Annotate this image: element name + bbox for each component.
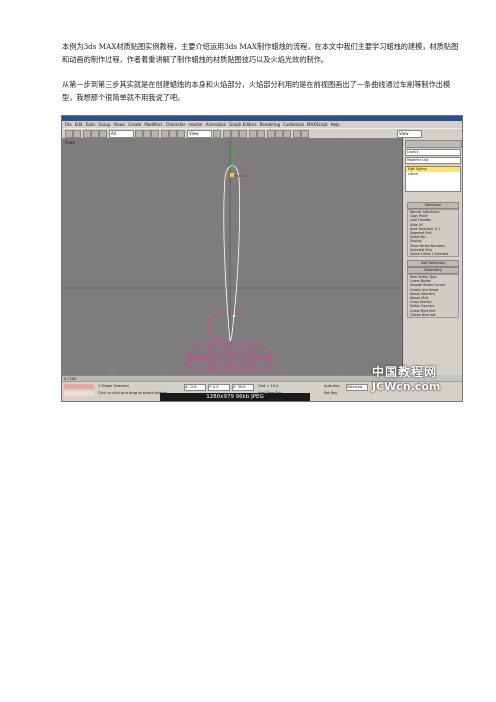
menu-item[interactable]: Create [128, 122, 141, 127]
menu-item[interactable]: Character [166, 122, 186, 127]
angle-snap-icon[interactable] [231, 130, 239, 138]
rollout-selection[interactable]: Selection [407, 202, 459, 209]
auto-key-button[interactable]: Auto Key [324, 384, 340, 389]
maxscript-listener[interactable] [64, 384, 94, 389]
command-panel-tabs[interactable] [405, 140, 462, 148]
x-coordinate[interactable]: X: -2.8 [184, 384, 206, 391]
selection-rollout-body: Named Selections: Copy Paste Lock Handle… [407, 209, 459, 258]
material-editor-icon[interactable] [283, 130, 291, 138]
image-caption: 1280x979 96kb JPEG [160, 393, 310, 401]
step-paragraph: 从第一步到第三步其实就是在创建蜡烛的本身和火焰部分，火焰部分利用的是在前视图画出… [62, 80, 451, 102]
menu-bar: File Edit Tools Group Views Create Modifiers Ch… [62, 121, 462, 128]
undo-icon[interactable] [65, 130, 73, 138]
move-icon[interactable] [161, 130, 169, 138]
menu-item[interactable]: Rendering [260, 122, 280, 127]
key-filter-dropdown[interactable]: Selected [346, 384, 368, 391]
render-setup-icon[interactable] [293, 130, 301, 138]
maxscript-mini[interactable] [64, 391, 94, 396]
menu-item[interactable]: reactor [188, 122, 202, 127]
object-name-field[interactable]: Line01 [405, 149, 461, 156]
menu-item[interactable]: Tools [85, 122, 95, 127]
menu-item[interactable]: Help [331, 122, 340, 127]
max-screenshot: File Edit Tools Group Views Create Modifiers Ch… [61, 115, 463, 402]
y-coordinate[interactable]: Y: 0.0 [208, 384, 230, 391]
render-type-dropdown[interactable]: View [397, 130, 422, 138]
watermark-line2: JCWcn.com [372, 380, 441, 393]
transform-gizmo [230, 149, 247, 177]
menu-item[interactable]: Group [98, 122, 110, 127]
site-watermark: 中国教程网 JCWcn.com [372, 363, 440, 393]
align-icon[interactable] [257, 130, 265, 138]
menu-item[interactable]: Views [114, 122, 126, 127]
menu-item[interactable]: Animation [206, 122, 226, 127]
modifier-stack: Edit Spline Lathe [405, 166, 461, 192]
z-coordinate[interactable]: Z: 30.8 [232, 384, 254, 391]
set-key-button[interactable]: Set Key [324, 391, 337, 396]
curve-editor-icon[interactable] [267, 130, 275, 138]
geometry-line[interactable]: Closed Bind last [408, 313, 458, 317]
intro-paragraph: 本例为3ds MAX材质贴图实例教程，主要介绍运用3ds MAX制作蜡烛的流程，… [62, 42, 459, 64]
menu-item[interactable]: Customize [283, 122, 304, 127]
mirror-icon[interactable] [249, 130, 257, 138]
unlink-icon[interactable] [91, 130, 99, 138]
command-panel: Line01 Modifier List Edit Spline Lathe S… [403, 138, 462, 375]
coord-system-dropdown[interactable]: View [187, 130, 212, 138]
pivot-icon[interactable] [213, 130, 221, 138]
prompt-line: Click or click-and-drag to select object… [98, 391, 167, 395]
menu-item[interactable]: MAXScript [307, 122, 328, 127]
rollout-soft-selection[interactable]: Soft Selection [407, 260, 459, 267]
menu-item[interactable]: File [65, 122, 72, 127]
menu-item[interactable]: Graph Editors [229, 122, 256, 127]
selection-filter-dropdown[interactable]: All [109, 130, 134, 138]
schematic-icon[interactable] [275, 130, 283, 138]
region-select-icon[interactable] [151, 130, 159, 138]
bind-icon[interactable] [99, 130, 107, 138]
selection-line: Spline 1/Vert 1 Selected [410, 252, 449, 257]
flame-spline [223, 165, 241, 342]
link-icon[interactable] [83, 130, 91, 138]
rotate-icon[interactable] [169, 130, 177, 138]
percent-snap-icon[interactable] [239, 130, 247, 138]
selection-status: 1 Shape Selected [98, 384, 129, 388]
watermark-line1: 中国教程网 [372, 365, 438, 379]
quick-render-icon[interactable] [301, 130, 309, 138]
front-viewport[interactable]: Front [62, 138, 403, 375]
scale-icon[interactable] [177, 130, 185, 138]
snap-icon[interactable] [223, 130, 231, 138]
rollout-geometry[interactable]: Geometry [407, 267, 459, 274]
modifier-list-dropdown[interactable]: Modifier List [405, 157, 461, 164]
select-by-name-icon[interactable] [143, 130, 151, 138]
geometry-rollout-body: New Vertex Type Linear Bezier Smooth Bez… [407, 274, 459, 319]
menu-item[interactable]: Modifiers [144, 122, 162, 127]
menu-item[interactable]: Edit [75, 122, 83, 127]
select-icon[interactable] [135, 130, 143, 138]
grid-size: Grid = 10.0 [258, 384, 279, 388]
stack-item[interactable]: Lathe [406, 172, 460, 177]
viewport-scene [62, 138, 402, 375]
redo-icon[interactable] [73, 130, 81, 138]
